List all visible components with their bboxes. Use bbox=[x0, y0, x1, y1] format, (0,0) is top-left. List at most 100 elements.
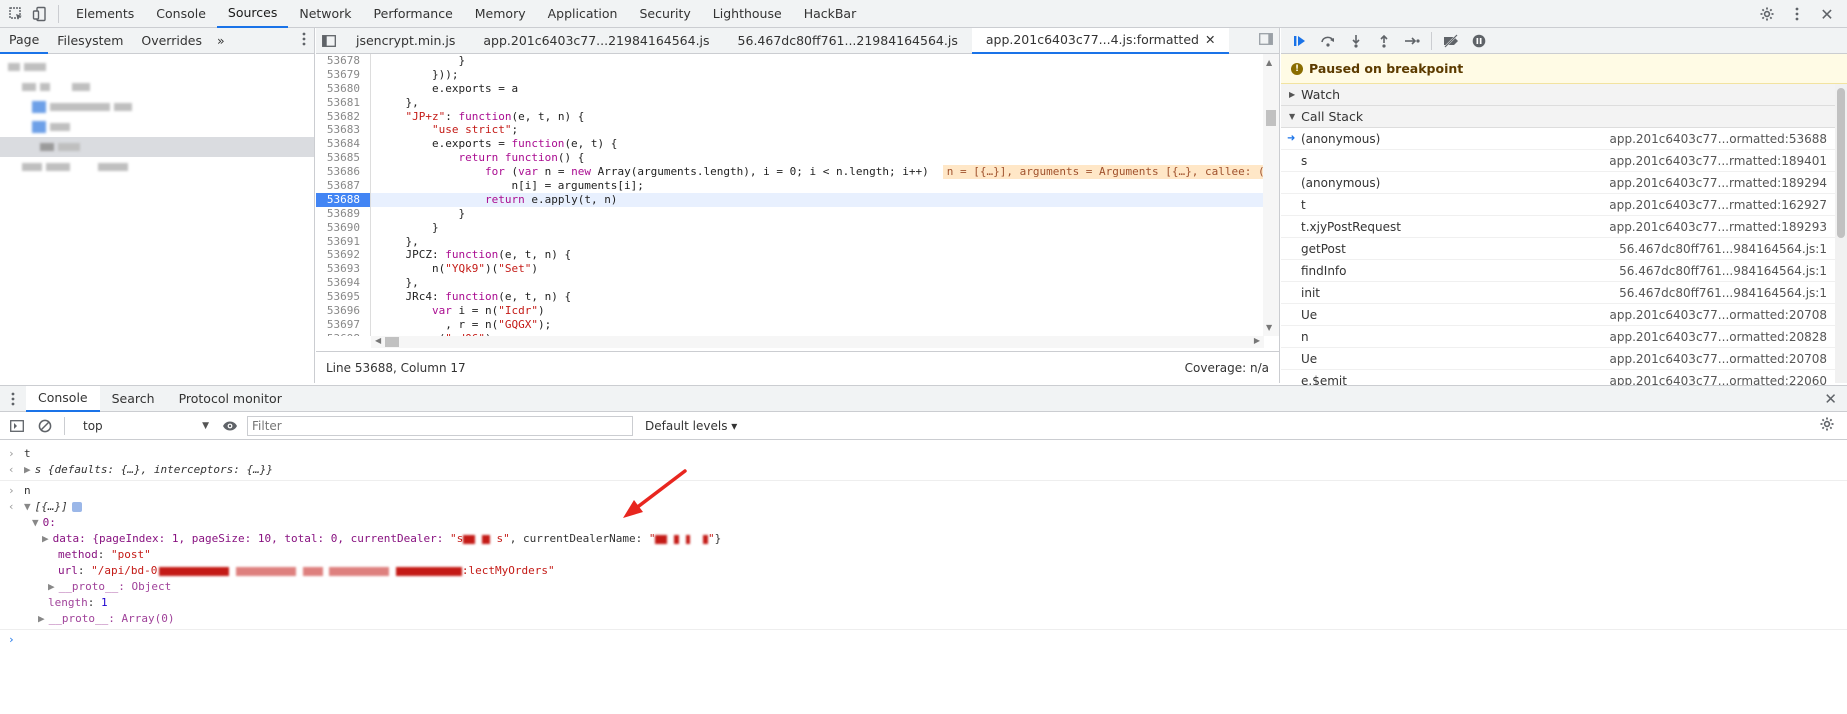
code-line[interactable]: 53678 } bbox=[316, 54, 1264, 68]
drawer-menu-icon[interactable] bbox=[0, 392, 26, 406]
call-frame[interactable]: getPost 56.467dc80ff761...984164564.js:1 bbox=[1281, 238, 1847, 260]
line-number[interactable]: 53692 bbox=[316, 248, 371, 263]
current-execution-line[interactable]: 53688 return e.apply(t, n) bbox=[316, 192, 1264, 207]
call-frame[interactable]: s app.201c6403c77...rmatted:189401 bbox=[1281, 150, 1847, 172]
frame-location[interactable]: app.201c6403c77...rmatted:189293 bbox=[1609, 220, 1827, 234]
line-number[interactable]: 53685 bbox=[316, 151, 371, 166]
code-line[interactable]: 53679 })); bbox=[316, 67, 1264, 82]
clear-console-icon[interactable] bbox=[34, 415, 56, 437]
drawer-tab-protocol-monitor[interactable]: Protocol monitor bbox=[167, 386, 294, 412]
code-line[interactable]: 53680 e.exports = a bbox=[316, 81, 1264, 96]
frame-location[interactable]: app.201c6403c77...rmatted:189294 bbox=[1609, 176, 1827, 190]
code-line[interactable]: 53689 } bbox=[316, 206, 1264, 221]
code-line[interactable]: 53681 }, bbox=[316, 95, 1264, 110]
panel-tab-sources[interactable]: Sources bbox=[216, 0, 289, 28]
navigator-menu-icon[interactable] bbox=[302, 32, 306, 49]
step-into-icon[interactable] bbox=[1345, 30, 1367, 52]
console-result-line[interactable]: ‹ ▶ s {defaults: {…}, interceptors: {…}} bbox=[0, 462, 1847, 481]
console-filter-input[interactable] bbox=[247, 415, 633, 436]
tree-item-selected[interactable] bbox=[0, 137, 314, 157]
scrollbar-thumb[interactable] bbox=[385, 337, 399, 347]
call-frame[interactable]: init 56.467dc80ff761...984164564.js:1 bbox=[1281, 282, 1847, 304]
frame-location[interactable]: app.201c6403c77...ormatted:20828 bbox=[1610, 330, 1828, 344]
frame-location[interactable]: app.201c6403c77...rmatted:189401 bbox=[1609, 154, 1827, 168]
panel-tab-elements[interactable]: Elements bbox=[65, 0, 145, 28]
tree-line[interactable]: ▶ __proto__: Object bbox=[0, 579, 1847, 595]
frame-location[interactable]: app.201c6403c77...ormatted:20708 bbox=[1610, 352, 1828, 366]
call-frame[interactable]: t.xjyPostRequest app.201c6403c77...rmatte… bbox=[1281, 216, 1847, 238]
deactivate-breakpoints-icon[interactable] bbox=[1440, 30, 1462, 52]
tree-item[interactable] bbox=[0, 117, 314, 137]
call-frame[interactable]: t app.201c6403c77...rmatted:162927 bbox=[1281, 194, 1847, 216]
line-number[interactable]: 53678 bbox=[316, 54, 371, 68]
line-number[interactable]: 53686 bbox=[316, 165, 371, 180]
breakpoint-line-number[interactable]: 53688 bbox=[316, 192, 371, 207]
line-number[interactable]: 53690 bbox=[316, 220, 371, 235]
drawer-tab-search[interactable]: Search bbox=[100, 386, 167, 412]
editor-vertical-scrollbar[interactable]: ▲ ▼ bbox=[1263, 54, 1279, 336]
tree-item[interactable] bbox=[0, 157, 314, 177]
frame-location[interactable]: 56.467dc80ff761...984164564.js:1 bbox=[1619, 242, 1827, 256]
live-expression-eye-icon[interactable] bbox=[219, 415, 241, 437]
code-line[interactable]: 53686 for (var n = new Array(arguments.l… bbox=[316, 165, 1264, 180]
file-tab-jsencrypt[interactable]: jsencrypt.min.js bbox=[342, 28, 469, 54]
tree-item[interactable] bbox=[0, 77, 314, 97]
code-line[interactable]: 53687 n[i] = arguments[i]; bbox=[316, 179, 1264, 193]
nav-tab-overrides[interactable]: Overrides bbox=[132, 28, 211, 54]
step-out-icon[interactable] bbox=[1373, 30, 1395, 52]
toggle-debugger-icon[interactable] bbox=[1259, 33, 1273, 48]
code-view[interactable]: 53678 } 53679 })); 53680 e.exports = a 5368… bbox=[316, 54, 1264, 336]
console-settings-gear-icon[interactable] bbox=[1819, 416, 1835, 435]
line-number[interactable]: 53695 bbox=[316, 290, 371, 305]
frame-location[interactable]: 56.467dc80ff761...984164564.js:1 bbox=[1619, 286, 1827, 300]
code-line[interactable]: 53695 JRc4: function(e, t, n) { bbox=[316, 290, 1264, 305]
console-sidebar-icon[interactable] bbox=[6, 415, 28, 437]
code-line[interactable]: 53694 }, bbox=[316, 276, 1264, 291]
close-tab-icon[interactable]: ✕ bbox=[1205, 32, 1215, 47]
close-devtools-icon[interactable]: ✕ bbox=[1815, 2, 1839, 26]
expand-triangle-icon[interactable]: ▶ bbox=[24, 463, 31, 476]
call-frame[interactable]: findInfo 56.467dc80ff761...984164564.js:1 bbox=[1281, 260, 1847, 282]
panel-tab-memory[interactable]: Memory bbox=[464, 0, 537, 28]
panel-tab-performance[interactable]: Performance bbox=[363, 0, 464, 28]
nav-tab-page[interactable]: Page bbox=[0, 28, 49, 54]
line-number[interactable]: 53696 bbox=[316, 304, 371, 318]
panel-tab-application[interactable]: Application bbox=[537, 0, 629, 28]
tree-line[interactable]: ▼ 0: bbox=[0, 515, 1847, 531]
frame-location[interactable]: app.201c6403c77...rmatted:162927 bbox=[1609, 198, 1827, 212]
call-frame[interactable]: ➜ (anonymous) app.201c6403c77...ormatted:5… bbox=[1281, 128, 1847, 150]
collapse-triangle-icon[interactable]: ▼ bbox=[24, 500, 31, 513]
tree-item[interactable] bbox=[0, 57, 314, 77]
file-tab-app-formatted[interactable]: app.201c6403c77...4.js:formatted ✕ bbox=[971, 27, 1230, 54]
panel-tab-network[interactable]: Network bbox=[288, 0, 362, 28]
call-frame[interactable]: Ue app.201c6403c77...ormatted:20708 bbox=[1281, 304, 1847, 326]
code-line[interactable]: 53692 JPCZ: function(e, t, n) { bbox=[316, 248, 1264, 263]
code-line[interactable]: 53684 e.exports = function(e, t) { bbox=[316, 137, 1264, 152]
execution-context-select[interactable]: top ▼ bbox=[73, 416, 213, 436]
console-result-line[interactable]: ‹ ▼ [{…}] bbox=[0, 499, 1847, 515]
drawer-tab-console[interactable]: Console bbox=[26, 385, 100, 412]
line-number[interactable]: 53681 bbox=[316, 95, 371, 110]
console-prompt[interactable]: › bbox=[0, 632, 1847, 648]
line-number[interactable]: 53689 bbox=[316, 206, 371, 221]
step-icon[interactable] bbox=[1401, 30, 1423, 52]
code-line[interactable]: 53693 n("YQk9")("Set") bbox=[316, 262, 1264, 277]
code-line[interactable]: 53696 var i = n("Icdr") bbox=[316, 304, 1264, 318]
log-levels-dropdown[interactable]: Default levels ▾ bbox=[645, 419, 737, 433]
settings-gear-icon[interactable] bbox=[1755, 2, 1779, 26]
expand-triangle-icon[interactable]: ▶ bbox=[42, 532, 49, 545]
frame-location[interactable]: 56.467dc80ff761...984164564.js:1 bbox=[1619, 264, 1827, 278]
line-number[interactable]: 53684 bbox=[316, 137, 371, 152]
code-line[interactable]: 53697 , r = n("GQGX"); bbox=[316, 317, 1264, 332]
line-number[interactable]: 53691 bbox=[316, 234, 371, 249]
line-number[interactable]: 53697 bbox=[316, 317, 371, 332]
code-line[interactable]: 53685 return function() { bbox=[316, 151, 1264, 166]
scrollbar-thumb[interactable] bbox=[1266, 110, 1276, 126]
panel-tab-security[interactable]: Security bbox=[628, 0, 701, 28]
panel-tab-lighthouse[interactable]: Lighthouse bbox=[702, 0, 793, 28]
call-frame[interactable]: Ue app.201c6403c77...ormatted:20708 bbox=[1281, 348, 1847, 370]
watch-section-header[interactable]: ▶ Watch bbox=[1281, 84, 1847, 106]
line-number[interactable]: 53687 bbox=[316, 179, 371, 193]
scrollbar-thumb[interactable] bbox=[1837, 88, 1845, 238]
frame-location[interactable]: app.201c6403c77...ormatted:53688 bbox=[1610, 132, 1828, 146]
